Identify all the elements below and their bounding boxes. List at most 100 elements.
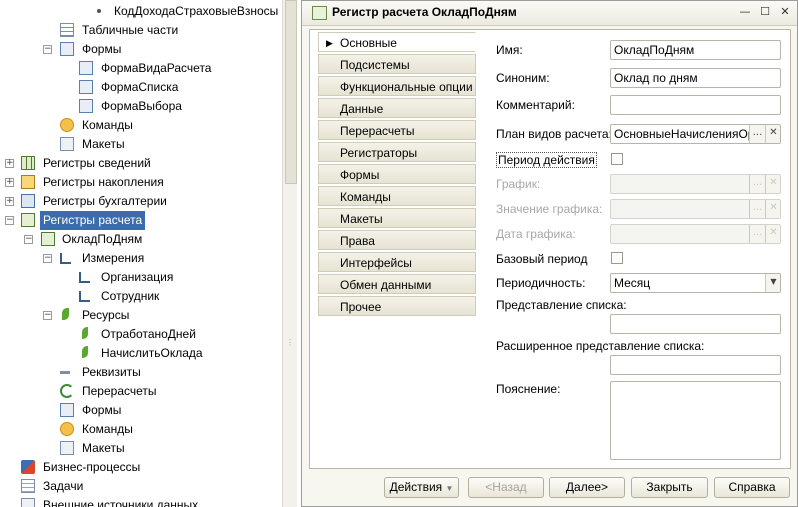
- tree-item[interactable]: Организация: [0, 268, 282, 287]
- help-button[interactable]: Справка: [714, 477, 790, 498]
- tree-scrollbar[interactable]: ⋮: [282, 0, 297, 507]
- synonym-input[interactable]: Оклад по дням: [610, 68, 781, 88]
- collapse-icon[interactable]: −: [43, 254, 52, 263]
- tree-item[interactable]: ФормаВидаРасчета: [0, 59, 282, 78]
- tree-item[interactable]: + Регистры накопления: [0, 173, 282, 192]
- tree-item[interactable]: − Ресурсы: [0, 306, 282, 325]
- close-icon[interactable]: ✕: [778, 5, 792, 19]
- window-title: Регистр расчета ОкладПоДням: [332, 5, 517, 19]
- calculation-registers-icon: [21, 213, 35, 227]
- templates-icon: [60, 441, 74, 455]
- information-registers-icon: [21, 156, 35, 170]
- tree-item[interactable]: ОтработаноДней: [0, 325, 282, 344]
- expand-icon[interactable]: +: [5, 197, 14, 206]
- collapse-icon[interactable]: −: [43, 45, 52, 54]
- chevron-down-icon[interactable]: ▼: [765, 274, 780, 292]
- scrollbar-thumb[interactable]: [285, 0, 297, 184]
- form-icon: [79, 61, 93, 75]
- schedule-value-input[interactable]: ... ✕: [610, 199, 781, 219]
- clear-icon[interactable]: ✕: [765, 225, 780, 243]
- back-button[interactable]: <Назад: [468, 477, 544, 498]
- tree-item[interactable]: Задачи: [0, 477, 282, 496]
- tree-item[interactable]: Макеты: [0, 135, 282, 154]
- forms-icon: [60, 403, 74, 417]
- maximize-icon[interactable]: ☐: [758, 5, 772, 19]
- tab-makety[interactable]: Макеты: [318, 208, 476, 228]
- schedule-label: График:: [496, 177, 541, 191]
- tree-item[interactable]: + Регистры бухгалтерии: [0, 192, 282, 211]
- expand-icon[interactable]: +: [5, 178, 14, 187]
- tree-item[interactable]: Макеты: [0, 439, 282, 458]
- tree-item[interactable]: Реквизиты: [0, 363, 282, 382]
- clear-icon[interactable]: ✕: [765, 200, 780, 218]
- plan-label: План видов расчета:: [496, 127, 612, 141]
- window-titlebar[interactable]: Регистр расчета ОкладПоДням — ☐ ✕: [302, 1, 797, 26]
- close-button[interactable]: Закрыть: [631, 477, 708, 498]
- tree-item[interactable]: Внешние источники данных: [0, 496, 282, 507]
- plan-input[interactable]: ОсновныеНачисленияОрганизаций ... ✕: [610, 124, 781, 144]
- collapse-icon[interactable]: −: [43, 311, 52, 320]
- splitter-grip-icon: ⋮: [286, 338, 294, 347]
- tab-interfeysy[interactable]: Интерфейсы: [318, 252, 476, 272]
- tab-podsistemy[interactable]: Подсистемы: [318, 54, 476, 74]
- tab-pereraschety[interactable]: Перерасчеты: [318, 120, 476, 140]
- minimize-icon[interactable]: —: [738, 5, 752, 19]
- chevron-down-icon: ▼: [445, 484, 454, 493]
- base-period-checkbox[interactable]: [611, 252, 623, 264]
- tab-funktsionalnye-optsii[interactable]: Функциональные опции: [318, 76, 476, 96]
- resources-icon: [62, 308, 69, 320]
- clear-icon[interactable]: ✕: [765, 175, 780, 193]
- tree-item[interactable]: ФормаВыбора: [0, 97, 282, 116]
- tree-item-selected[interactable]: − Регистры расчета: [0, 211, 282, 230]
- period-checkbox[interactable]: [611, 153, 623, 165]
- tab-komandy[interactable]: Команды: [318, 186, 476, 206]
- tab-registratory[interactable]: Регистраторы: [318, 142, 476, 162]
- actions-button[interactable]: Действия ▼: [384, 477, 459, 498]
- tab-obmen-dannymi[interactable]: Обмен данными: [318, 274, 476, 294]
- tree-item[interactable]: Команды: [0, 420, 282, 439]
- tree-item[interactable]: Формы: [0, 401, 282, 420]
- dimensions-icon: [60, 253, 71, 264]
- tree-item[interactable]: Сотрудник: [0, 287, 282, 306]
- resource-icon: [82, 327, 88, 339]
- tree-item[interactable]: Перерасчеты: [0, 382, 282, 401]
- next-button[interactable]: Далее>: [549, 477, 625, 498]
- tree-item[interactable]: − ОкладПоДням: [0, 230, 282, 249]
- tab-formy[interactable]: Формы: [318, 164, 476, 184]
- select-button[interactable]: ...: [749, 225, 765, 243]
- collapse-icon[interactable]: −: [5, 216, 14, 225]
- explanation-textarea[interactable]: [610, 381, 781, 460]
- tab-prochee[interactable]: Прочее: [318, 296, 476, 316]
- periodicity-select[interactable]: Месяц ▼: [610, 273, 781, 293]
- name-label: Имя:: [496, 43, 523, 57]
- tree-item[interactable]: КодДоходаСтраховыеВзносы: [0, 2, 282, 21]
- schedule-input[interactable]: ... ✕: [610, 174, 781, 194]
- form-icon: [79, 99, 93, 113]
- tab-dannye[interactable]: Данные: [318, 98, 476, 118]
- comment-input[interactable]: [610, 95, 781, 115]
- tree-item[interactable]: Табличные части: [0, 21, 282, 40]
- tree-item[interactable]: Команды: [0, 116, 282, 135]
- tab-prava[interactable]: Права: [318, 230, 476, 250]
- ext-list-repr-input[interactable]: [610, 355, 781, 375]
- select-button[interactable]: ...: [749, 125, 765, 143]
- tree-item[interactable]: − Измерения: [0, 249, 282, 268]
- name-input[interactable]: ОкладПоДням: [610, 40, 781, 60]
- schedule-date-input[interactable]: ... ✕: [610, 224, 781, 244]
- tab-osnovnye[interactable]: ▶ Основные: [318, 32, 476, 52]
- expand-icon[interactable]: +: [5, 159, 14, 168]
- list-repr-label: Представление списка:: [496, 298, 627, 312]
- tree-item[interactable]: НачислитьОклада: [0, 344, 282, 363]
- select-button[interactable]: ...: [749, 175, 765, 193]
- clear-icon[interactable]: ✕: [765, 125, 780, 143]
- tree-item[interactable]: Бизнес-процессы: [0, 458, 282, 477]
- tree-item[interactable]: − Формы: [0, 40, 282, 59]
- select-button[interactable]: ...: [749, 200, 765, 218]
- current-tab-arrow-icon: ▶: [326, 38, 333, 48]
- accumulation-registers-icon: [21, 175, 35, 189]
- tree-item[interactable]: ФормаСписка: [0, 78, 282, 97]
- tree-item[interactable]: + Регистры сведений: [0, 154, 282, 173]
- list-repr-input[interactable]: [610, 314, 781, 334]
- collapse-icon[interactable]: −: [24, 235, 33, 244]
- accounting-registers-icon: [21, 194, 35, 208]
